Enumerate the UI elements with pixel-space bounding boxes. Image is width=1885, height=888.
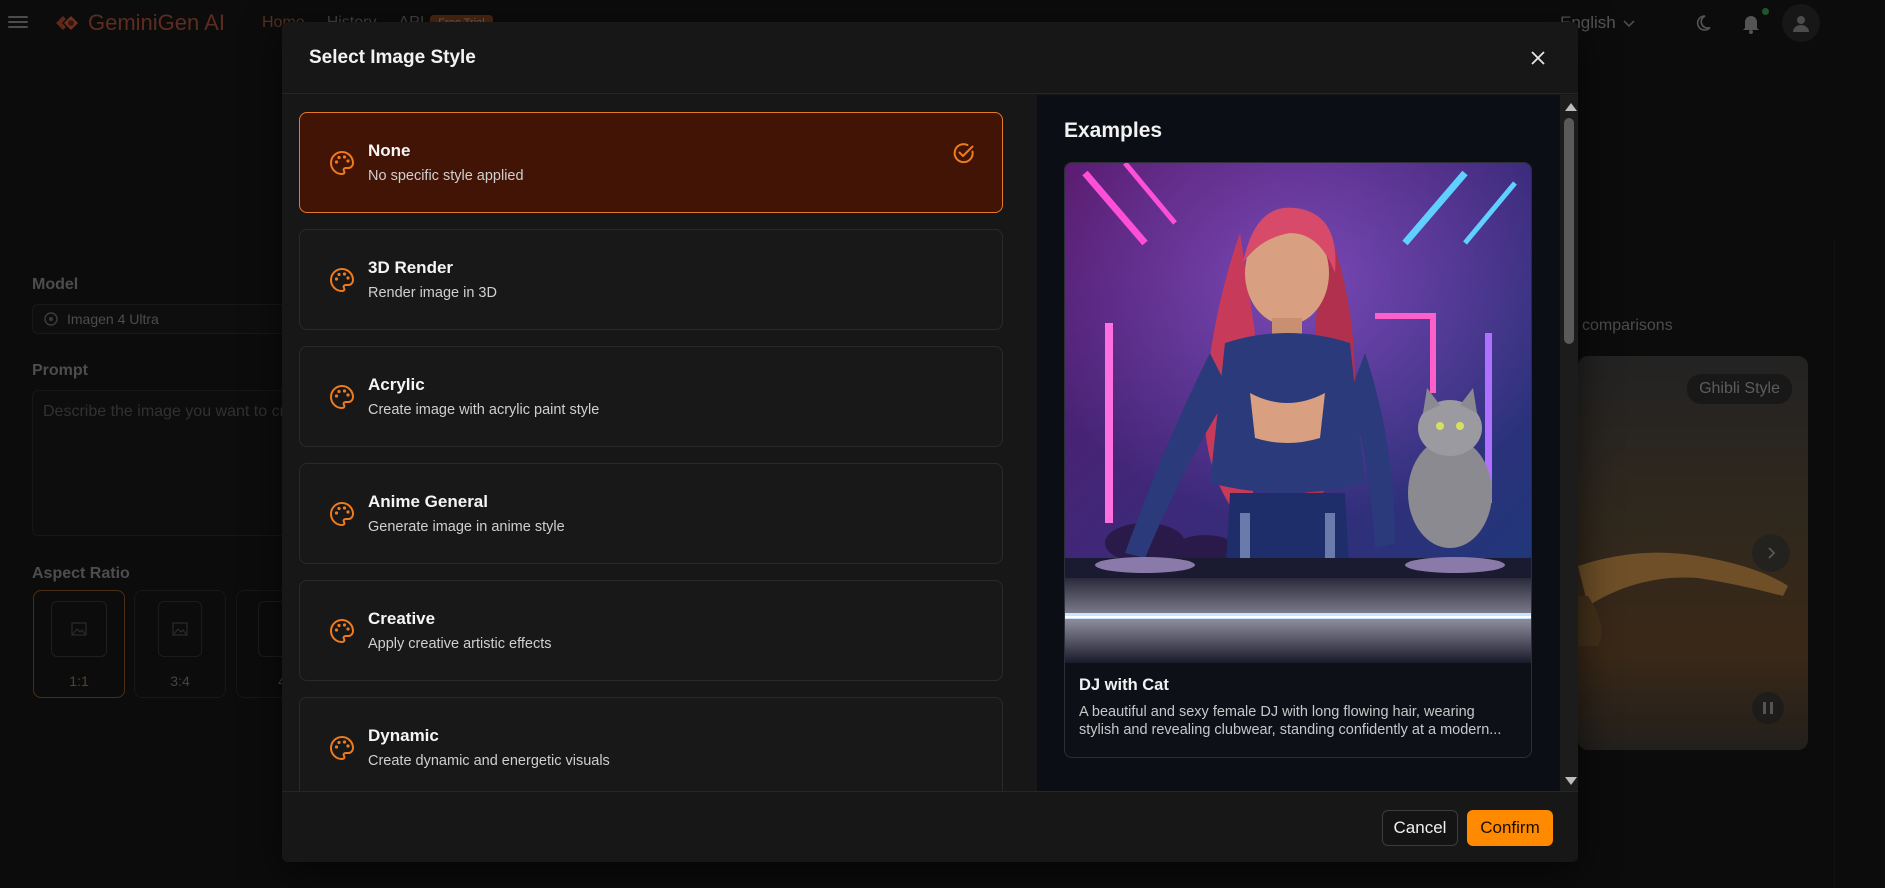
style-option-acrylic[interactable]: Acrylic Create image with acrylic paint …: [299, 346, 1003, 447]
style-option-dynamic[interactable]: Dynamic Create dynamic and energetic vis…: [299, 697, 1003, 792]
style-option-none[interactable]: None No specific style applied: [299, 112, 1003, 213]
example-caption: DJ with Cat A beautiful and sexy female …: [1079, 676, 1519, 739]
close-icon: [1531, 51, 1545, 65]
style-name: None: [368, 141, 411, 160]
palette-icon: [330, 735, 354, 760]
modal-title: Select Image Style: [309, 46, 476, 68]
examples-title: Examples: [1064, 119, 1163, 142]
style-text: Creative Apply creative artistic effects: [368, 609, 551, 652]
style-description: No specific style applied: [368, 168, 524, 184]
modal-footer: Cancel Confirm: [282, 791, 1578, 862]
palette-icon: [330, 150, 354, 175]
style-text: Anime General Generate image in anime st…: [368, 492, 565, 535]
style-description: Create image with acrylic paint style: [368, 402, 600, 418]
style-name: Dynamic: [368, 726, 439, 745]
style-description: Render image in 3D: [368, 285, 497, 301]
example-image: [1065, 163, 1531, 663]
palette-icon: [330, 267, 354, 292]
style-option-anime-general[interactable]: Anime General Generate image in anime st…: [299, 463, 1003, 564]
style-list[interactable]: None No specific style applied 3D Render…: [299, 112, 1003, 792]
style-text: None No specific style applied: [368, 141, 524, 184]
style-name: Anime General: [368, 492, 488, 511]
confirm-button[interactable]: Confirm: [1467, 810, 1553, 846]
style-text: Dynamic Create dynamic and energetic vis…: [368, 726, 610, 769]
scroll-up-arrow-icon[interactable]: [1565, 103, 1577, 111]
style-description: Generate image in anime style: [368, 519, 565, 535]
style-description: Apply creative artistic effects: [368, 636, 552, 652]
check-circle-icon: [953, 143, 974, 164]
style-name: Creative: [368, 609, 436, 628]
palette-icon: [330, 384, 354, 409]
close-button[interactable]: [1526, 46, 1550, 70]
modal-header: Select Image Style: [282, 22, 1578, 94]
style-text: Acrylic Create image with acrylic paint …: [368, 375, 599, 418]
cancel-button[interactable]: Cancel: [1382, 810, 1458, 846]
style-option-3d-render[interactable]: 3D Render Render image in 3D: [299, 229, 1003, 330]
example-description: A beautiful and sexy female DJ with long…: [1079, 704, 1502, 738]
scrollbar-thumb[interactable]: [1564, 118, 1574, 344]
palette-icon: [330, 501, 354, 526]
example-title: DJ with Cat: [1079, 676, 1169, 694]
scrollbar[interactable]: [1560, 95, 1578, 791]
select-image-style-modal: Select Image Style None No specific styl…: [282, 22, 1578, 862]
scroll-down-arrow-icon[interactable]: [1565, 777, 1577, 785]
style-text: 3D Render Render image in 3D: [368, 258, 497, 301]
style-name: Acrylic: [368, 375, 425, 394]
palette-icon: [330, 618, 354, 643]
examples-pane[interactable]: Examples DJ with Cat A beautiful and sex…: [1037, 95, 1560, 791]
style-name: 3D Render: [368, 258, 454, 277]
style-description: Create dynamic and energetic visuals: [368, 753, 610, 769]
style-option-creative[interactable]: Creative Apply creative artistic effects: [299, 580, 1003, 681]
example-card[interactable]: DJ with Cat A beautiful and sexy female …: [1064, 162, 1532, 758]
